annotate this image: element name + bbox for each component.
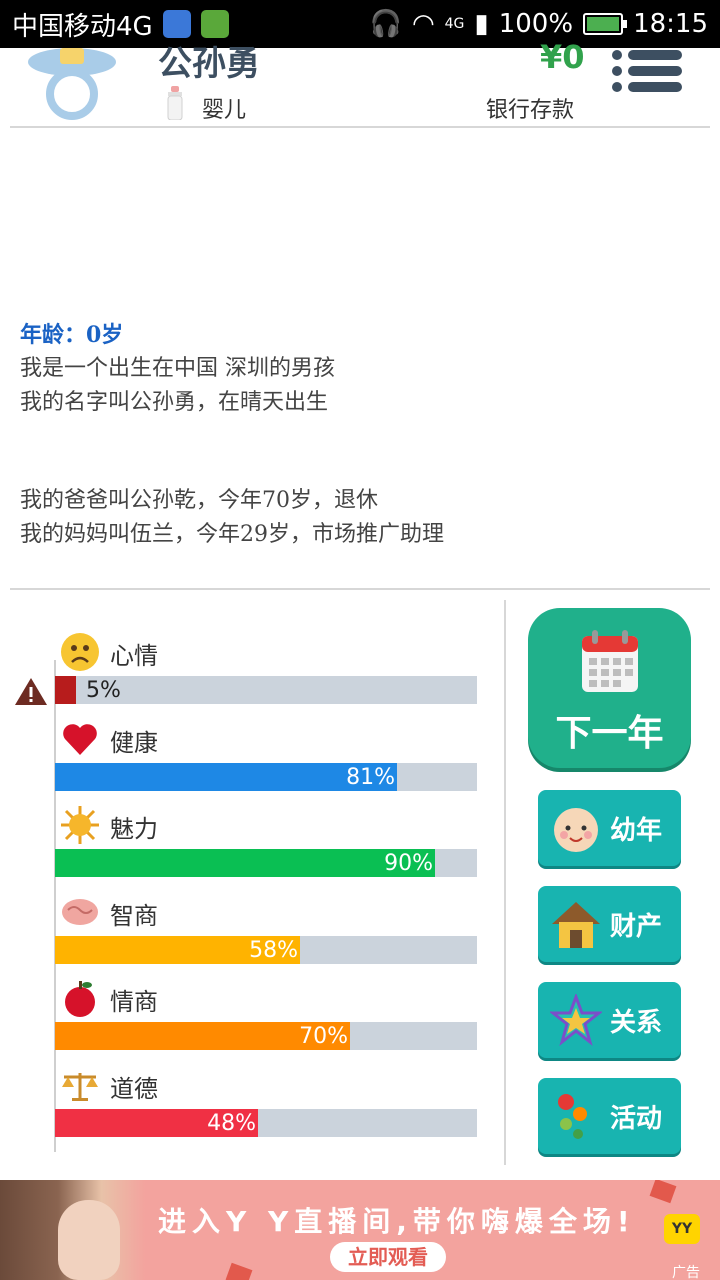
stat-bar-track: 70%: [55, 1022, 477, 1050]
app-notification-icon: [162, 10, 191, 38]
ad-yy-logo: YY: [664, 1214, 700, 1244]
stat-label: 道德: [110, 1074, 158, 1103]
stat-row: 情商 70%: [0, 978, 500, 1058]
apple-icon: [60, 978, 100, 1018]
baby-bottle-icon: [167, 86, 183, 120]
stat-label: 心情: [110, 642, 158, 670]
money-value: ¥0: [540, 38, 585, 76]
stat-row: 魅力 90%: [0, 805, 500, 885]
menu-icon[interactable]: [612, 48, 684, 92]
relations-button[interactable]: 关系: [538, 982, 681, 1058]
stat-row: 心情 5%: [0, 632, 500, 712]
ad-banner[interactable]: 进入Y Y直播间,带你嗨爆全场! 立即观看 YY 广告: [0, 1180, 720, 1280]
heart-icon: [60, 719, 100, 759]
stat-percent: 48%: [207, 1110, 256, 1136]
stat-percent: 81%: [346, 764, 395, 790]
property-label: 财产: [610, 912, 663, 942]
story-line: 我的妈妈叫伍兰，今年29岁，市场推广助理: [20, 522, 444, 547]
ad-tag: 广告: [672, 1265, 700, 1280]
stat-bar-track: 90%: [55, 849, 477, 877]
activities-label: 活动: [610, 1104, 663, 1134]
character-name: 公孙勇: [158, 44, 260, 84]
stat-label: 情商: [110, 988, 158, 1016]
stat-bar-fill: [55, 676, 76, 704]
property-button[interactable]: 财产: [538, 886, 681, 962]
clock: 18:15: [633, 9, 708, 39]
stat-percent: 90%: [384, 851, 433, 876]
age-line: 年龄：0岁: [20, 322, 124, 348]
stat-row: 智商 58%: [0, 892, 500, 972]
activity-dots-icon: [558, 1094, 587, 1139]
pacifier-avatar-icon: [28, 48, 116, 120]
story-line: 我的名字叫公孙勇，在晴天出生: [20, 390, 329, 415]
stat-bar-track: 81%: [55, 762, 477, 791]
network-type-label: 4G: [444, 16, 465, 32]
sad-face-icon: [60, 632, 100, 672]
signal-icon: ▮: [474, 9, 489, 39]
carrier-label: 中国移动4G: [12, 11, 153, 42]
calendar-icon: [582, 630, 638, 692]
ad-model-image: [0, 1180, 145, 1280]
battery-percent: 100%: [498, 9, 574, 39]
stat-label: 智商: [110, 901, 158, 930]
next-year-button[interactable]: 下一年: [528, 608, 691, 768]
stat-label: 魅力: [110, 815, 158, 843]
stat-label: 健康: [110, 728, 158, 757]
next-year-label: 下一年: [555, 713, 664, 754]
brain-icon: [60, 892, 100, 932]
house-icon: [552, 902, 600, 948]
stat-percent: 70%: [299, 1024, 348, 1049]
scales-icon: [60, 1065, 100, 1105]
stats-panel: 心情 5% 健康 81% 魅力 90% 智商 58% 情商 70% 道德 48%: [0, 600, 500, 1160]
childhood-label: 幼年: [610, 816, 663, 846]
activities-button[interactable]: 活动: [538, 1078, 681, 1154]
vertical-divider: [504, 600, 506, 1165]
profile-header: 公孙勇 ¥0 婴儿 银行存款: [0, 38, 720, 128]
relations-label: 关系: [610, 1008, 663, 1038]
life-stage-label: 婴儿: [202, 98, 247, 123]
story-line: 我的爸爸叫公孙乾，今年70岁，退休: [20, 488, 378, 513]
battery-icon: [583, 13, 628, 35]
life-story: 年龄：0岁 我是一个出生在中国 深圳的男孩 我的名字叫公孙勇，在晴天出生 我的爸…: [20, 318, 700, 552]
story-line: 我是一个出生在中国 深圳的男孩: [20, 356, 335, 381]
stat-percent: 58%: [249, 937, 298, 963]
stat-percent: 5%: [86, 678, 121, 703]
headphones-icon: 🎧: [369, 9, 402, 39]
baby-face-icon: [554, 808, 598, 852]
stat-bar-track: 5%: [55, 676, 477, 704]
wifi-icon: ◠: [411, 9, 435, 39]
stat-bar-track: 48%: [55, 1108, 477, 1137]
stat-row: 道德 48%: [0, 1065, 500, 1145]
stat-bar-track: 58%: [55, 935, 477, 964]
divider: [10, 126, 710, 128]
divider: [10, 588, 710, 590]
ad-headline: 进入Y Y直播间,带你嗨爆全场!: [158, 1205, 636, 1238]
childhood-button[interactable]: 幼年: [538, 790, 681, 866]
bank-savings-label: 银行存款: [486, 98, 575, 123]
sun-icon: [60, 805, 100, 845]
star-icon: [550, 994, 602, 1046]
app-notification-icon-2: [200, 10, 229, 38]
status-bar: 中国移动4G 🎧 ◠ 4G ▮ 100% 18:15: [0, 0, 720, 48]
stat-row: 健康 81%: [0, 719, 500, 799]
stat-bar-fill: [55, 849, 435, 877]
ad-watch-now-button[interactable]: 立即观看: [330, 1242, 446, 1272]
